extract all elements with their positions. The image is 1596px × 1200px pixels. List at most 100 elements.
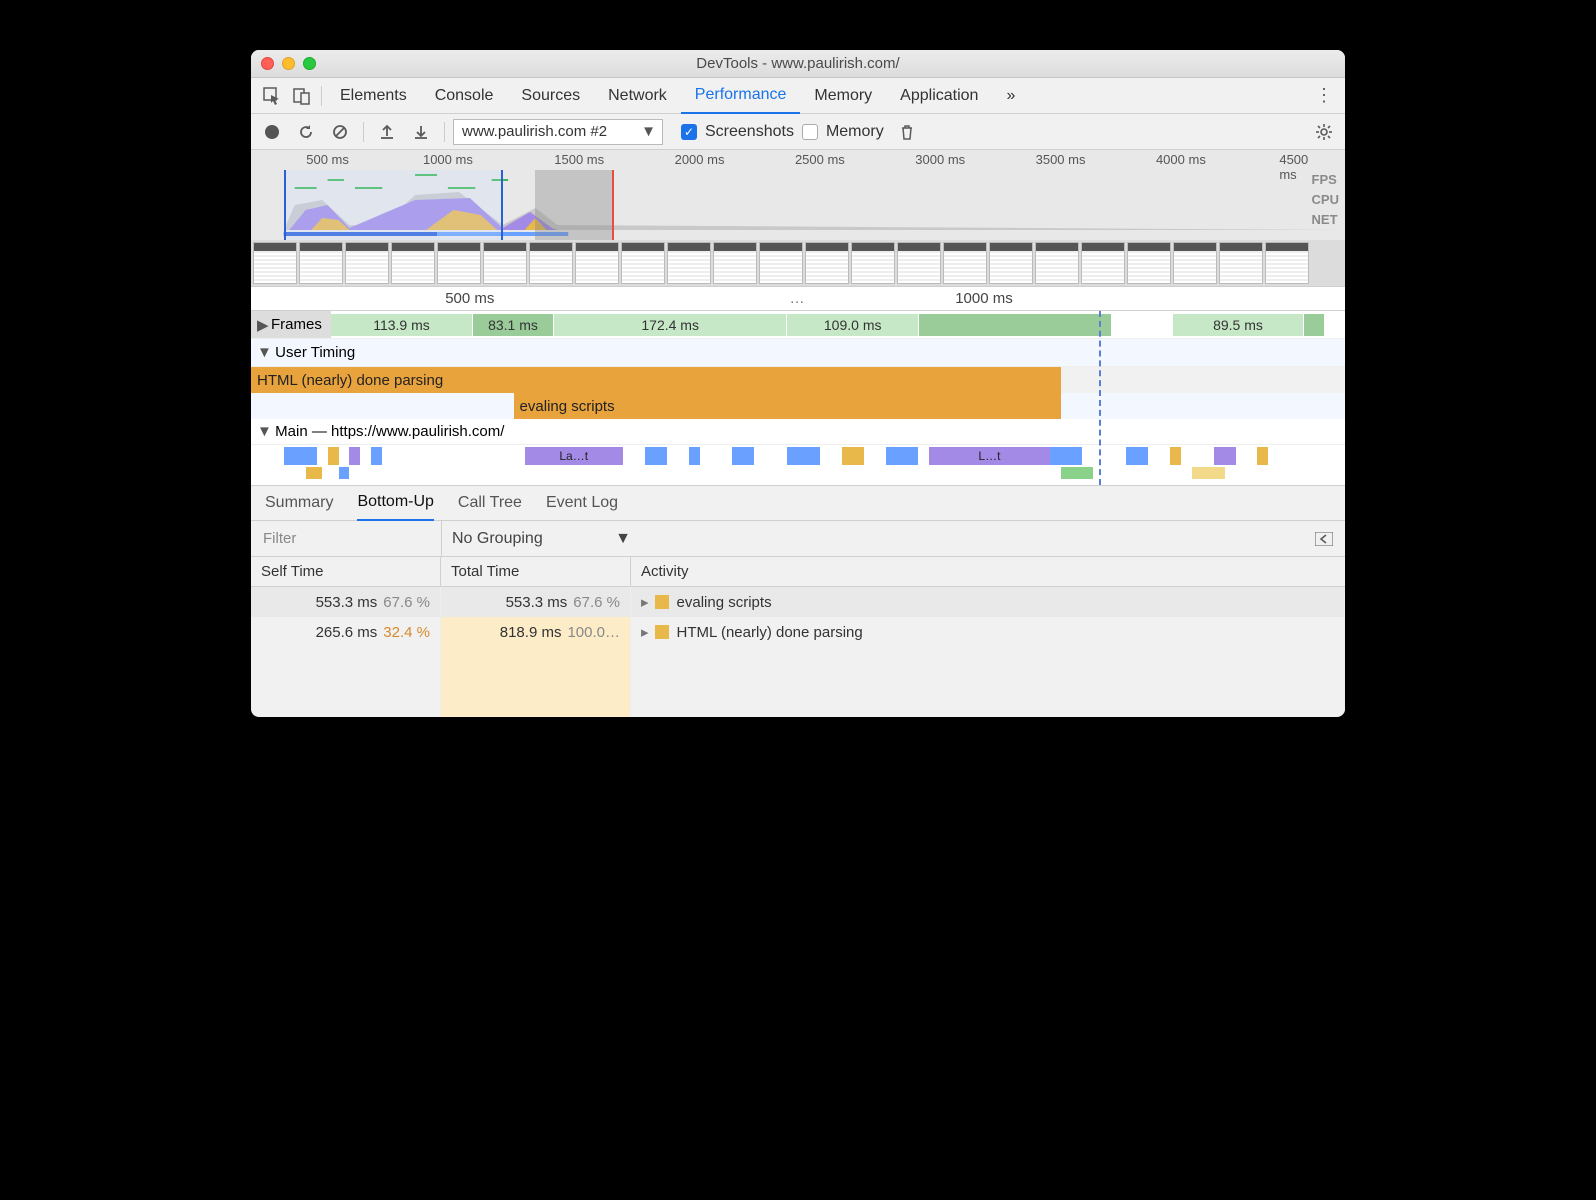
screenshot-thumb[interactable] [391,242,435,284]
main-thread-header[interactable]: ▼ Main — https://www.paulirish.com/ [251,419,1345,445]
screenshot-thumb[interactable] [805,242,849,284]
recording-select-value: www.paulirish.com #2 [462,123,607,140]
tab-sources[interactable]: Sources [507,78,594,114]
expand-icon[interactable]: ▸ [641,593,651,611]
collapse-icon[interactable]: ▼ [257,344,271,361]
grouping-select[interactable]: No Grouping ▼ [441,521,641,556]
settings-icon[interactable] [1309,118,1339,146]
reload-record-button[interactable] [291,118,321,146]
tabs-overflow[interactable]: » [992,78,1029,114]
ruler-tick: 500 ms [445,290,494,307]
gc-icon[interactable] [892,118,922,146]
ruler-tick: 1000 ms [955,290,1013,307]
col-self-time[interactable]: Self Time [251,557,441,586]
titlebar: DevTools - www.paulirish.com/ [251,50,1345,78]
screenshot-thumb[interactable] [621,242,665,284]
screenshot-strip[interactable] [251,240,1345,286]
user-timing-bar[interactable]: HTML (nearly) done parsing [251,367,1061,393]
screenshot-thumb[interactable] [1127,242,1171,284]
ruler-tick: 2000 ms [675,152,725,167]
activity-color-icon [655,595,669,609]
ruler-tick: 4000 ms [1156,152,1206,167]
menu-icon[interactable]: ⋮ [1309,85,1339,106]
tab-memory[interactable]: Memory [800,78,886,114]
screenshot-thumb[interactable] [529,242,573,284]
user-timing-bar[interactable]: evaling scripts [514,393,1061,419]
collapse-icon[interactable]: ▼ [257,423,271,440]
expand-icon[interactable]: ▶ [257,316,271,334]
subtab-call-tree[interactable]: Call Tree [458,485,522,521]
frame-segment[interactable]: 89.5 ms [1173,314,1305,336]
ruler-ellipsis: … [790,290,807,307]
subtab-event-log[interactable]: Event Log [546,485,618,521]
save-profile-icon[interactable] [406,118,436,146]
frame-segment[interactable] [1304,314,1324,336]
separator [321,86,322,106]
frame-segment[interactable] [919,314,1112,336]
screenshot-thumb[interactable] [713,242,757,284]
frames-row[interactable]: ▶ Frames 113.9 ms 83.1 ms 172.4 ms 109.0… [251,311,1345,339]
details-tabs: Summary Bottom-Up Call Tree Event Log [251,485,1345,521]
subtab-summary[interactable]: Summary [265,485,333,521]
clear-button[interactable] [325,118,355,146]
user-timing-header[interactable]: ▼ User Timing [251,339,1345,367]
screenshot-thumb[interactable] [575,242,619,284]
heaviest-stack-icon[interactable] [1315,532,1345,546]
devtools-window: DevTools - www.paulirish.com/ Elements C… [251,50,1345,717]
subtab-bottom-up[interactable]: Bottom-Up [357,485,433,521]
tab-elements[interactable]: Elements [326,78,421,114]
screenshot-thumb[interactable] [1035,242,1079,284]
tab-network[interactable]: Network [594,78,681,114]
overview-graphs: FPS CPU NET [251,170,1345,240]
frames-label[interactable]: ▶ Frames [251,311,331,338]
screenshot-thumb[interactable] [1173,242,1217,284]
col-total-time[interactable]: Total Time [441,557,631,586]
tab-performance[interactable]: Performance [681,78,801,114]
screenshots-checkbox[interactable]: ✓ [681,124,697,140]
screenshot-thumb[interactable] [1081,242,1125,284]
table-empty-area [251,647,1345,717]
inspect-icon[interactable] [257,82,287,110]
ruler-tick: 1500 ms [554,152,604,167]
flame-chart[interactable]: La…t L…t [251,445,1345,485]
panel-tabs: Elements Console Sources Network Perform… [251,78,1345,114]
frame-segment[interactable]: 83.1 ms [473,314,554,336]
screenshot-thumb[interactable] [989,242,1033,284]
overview-labels: FPS CPU NET [1312,170,1339,230]
timeline-overview[interactable]: 500 ms 1000 ms 1500 ms 2000 ms 2500 ms 3… [251,150,1345,287]
device-toolbar-icon[interactable] [287,82,317,110]
overview-shade [535,170,612,240]
screenshot-thumb[interactable] [759,242,803,284]
screenshot-thumb[interactable] [897,242,941,284]
screenshot-thumb[interactable] [1265,242,1309,284]
filter-input[interactable] [251,530,441,547]
record-button[interactable] [257,118,287,146]
screenshot-thumb[interactable] [483,242,527,284]
expand-icon[interactable]: ▸ [641,623,651,641]
screenshot-thumb[interactable] [667,242,711,284]
tab-application[interactable]: Application [886,78,992,114]
separator [363,122,364,142]
tab-console[interactable]: Console [421,78,508,114]
screenshot-thumb[interactable] [1219,242,1263,284]
separator [444,122,445,142]
screenshot-thumb[interactable] [851,242,895,284]
table-row[interactable]: 553.3 ms 67.6 % 553.3 ms 67.6 % ▸evaling… [251,587,1345,617]
memory-label: Memory [822,123,888,141]
frame-segment[interactable]: 113.9 ms [331,314,473,336]
activity-color-icon [655,625,669,639]
recording-select[interactable]: www.paulirish.com #2 ▼ [453,119,663,145]
flame-ruler[interactable]: 500 ms 1000 ms … [251,287,1345,311]
load-profile-icon[interactable] [372,118,402,146]
screenshot-thumb[interactable] [943,242,987,284]
memory-checkbox[interactable] [802,124,818,140]
col-activity[interactable]: Activity [631,557,1345,586]
screenshot-thumb[interactable] [345,242,389,284]
overview-selection[interactable] [284,170,503,240]
screenshot-thumb[interactable] [437,242,481,284]
frame-segment[interactable]: 109.0 ms [787,314,919,336]
screenshot-thumb[interactable] [299,242,343,284]
screenshot-thumb[interactable] [253,242,297,284]
frame-segment[interactable]: 172.4 ms [554,314,787,336]
table-row[interactable]: 265.6 ms 32.4 % 818.9 ms100.0… ▸HTML (ne… [251,617,1345,647]
